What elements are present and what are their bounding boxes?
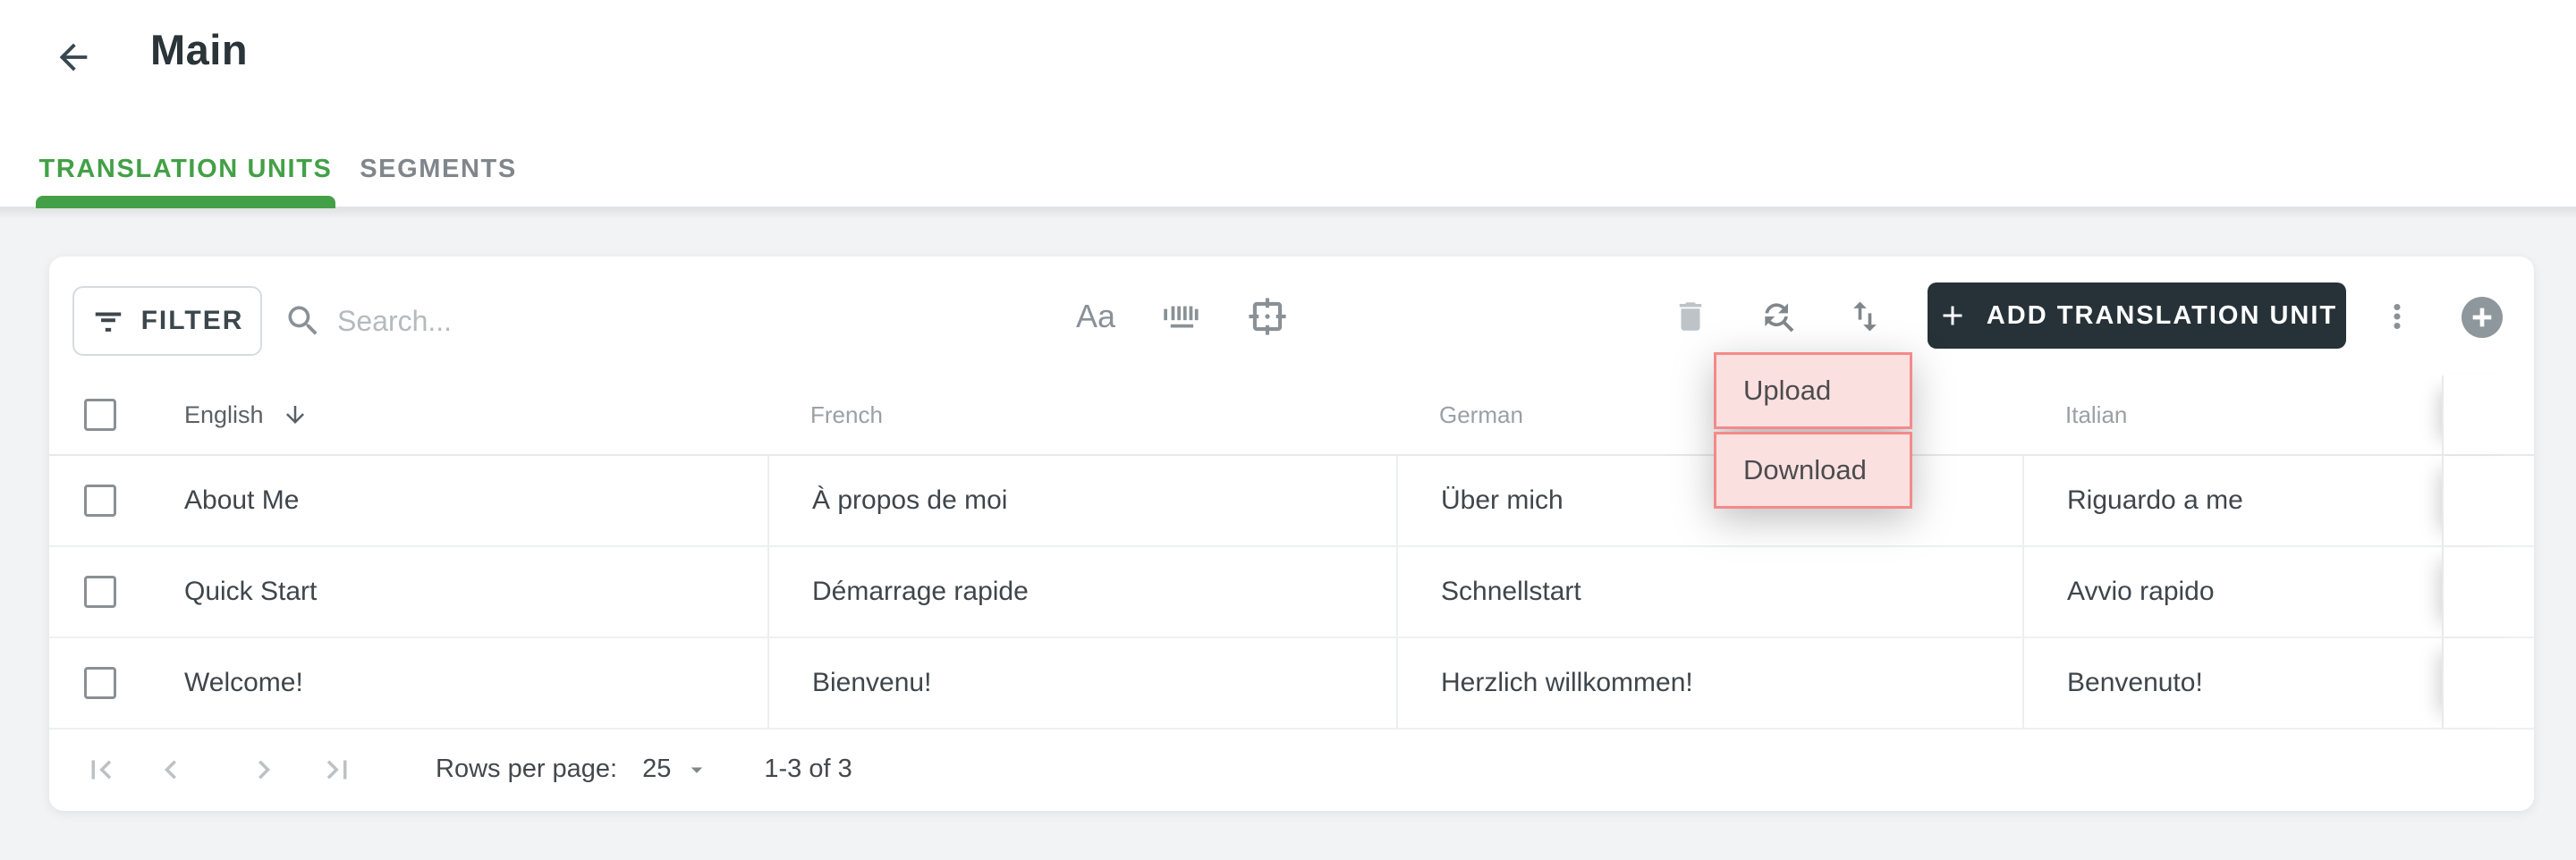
first-page-icon bbox=[91, 760, 112, 779]
column-header-english[interactable]: English bbox=[150, 375, 767, 454]
menu-item-download[interactable]: Download bbox=[1714, 432, 1912, 509]
row-checkbox[interactable] bbox=[83, 485, 116, 517]
search-box bbox=[284, 286, 838, 356]
row-checkbox[interactable] bbox=[83, 667, 116, 699]
cell-italian[interactable]: Riguardo a me bbox=[2022, 456, 2442, 545]
whole-word-icon bbox=[1164, 306, 1199, 327]
translation-units-card: FILTER Aa bbox=[49, 257, 2534, 811]
tab-segments[interactable]: SEGMENTS bbox=[335, 131, 541, 207]
chevron-left-icon bbox=[165, 760, 176, 779]
sort-descending-icon bbox=[285, 406, 304, 424]
selection-frame-toggle[interactable] bbox=[1227, 257, 1308, 375]
previous-page-button[interactable] bbox=[151, 750, 191, 789]
filter-icon bbox=[95, 312, 121, 332]
column-header-italian[interactable]: Italian bbox=[2022, 375, 2442, 454]
find-replace-icon bbox=[1765, 302, 1794, 332]
column-header-italian-label: Italian bbox=[2065, 400, 2128, 428]
filter-button[interactable]: FILTER bbox=[72, 286, 262, 356]
table-row[interactable]: Welcome! Bienvenu! Herzlich willkommen! … bbox=[49, 638, 2534, 729]
add-circle-icon bbox=[2472, 308, 2492, 327]
cell-german[interactable]: Herzlich willkommen! bbox=[1396, 638, 2022, 728]
pagination-bar: Rows per page: 25 1-3 of 3 bbox=[49, 729, 2534, 809]
cell-german[interactable]: Über mich bbox=[1396, 456, 2022, 545]
menu-item-upload[interactable]: Upload bbox=[1714, 352, 1912, 429]
cell-english[interactable]: Welcome! bbox=[150, 638, 767, 728]
add-translation-unit-label: ADD TRANSLATION UNIT bbox=[1986, 300, 2338, 330]
top-bar: Main TRANSLATION UNITS SEGMENTS bbox=[0, 0, 2576, 208]
last-page-button[interactable] bbox=[318, 750, 357, 789]
tab-translation-units[interactable]: TRANSLATION UNITS bbox=[36, 131, 335, 208]
quick-add-button[interactable] bbox=[2462, 297, 2503, 338]
column-header-french[interactable]: French bbox=[767, 375, 1396, 454]
translation-units-page: Main TRANSLATION UNITS SEGMENTS FILTER A… bbox=[0, 0, 2576, 860]
column-header-english-label: English bbox=[184, 400, 264, 428]
import-export-icon bbox=[1853, 301, 1877, 331]
row-checkbox[interactable] bbox=[83, 576, 116, 608]
select-all-checkbox[interactable] bbox=[83, 399, 116, 431]
cell-italian[interactable]: Avvio rapido bbox=[2022, 547, 2442, 637]
cell-french[interactable]: Bienvenu! bbox=[767, 638, 1396, 728]
match-case-icon: Aa bbox=[1075, 297, 1116, 334]
column-header-french-label: French bbox=[810, 400, 883, 428]
more-vert-icon bbox=[2394, 303, 2401, 329]
table-row[interactable]: About Me À propos de moi Über mich Rigua… bbox=[49, 456, 2534, 547]
page-title: Main bbox=[150, 26, 249, 73]
delete-icon bbox=[1679, 301, 1702, 331]
header-checkbox-cell bbox=[49, 375, 150, 454]
add-translation-unit-button[interactable]: ADD TRANSLATION UNIT bbox=[1928, 282, 2346, 349]
row-actions-cell bbox=[2442, 456, 2534, 545]
chevron-right-icon bbox=[258, 760, 270, 779]
next-page-button[interactable] bbox=[244, 750, 284, 789]
row-actions-cell bbox=[2442, 547, 2534, 637]
row-actions-cell bbox=[2442, 638, 2534, 728]
search-icon bbox=[288, 306, 318, 335]
cell-english[interactable]: About Me bbox=[150, 456, 767, 545]
tab-bar: TRANSLATION UNITS SEGMENTS bbox=[36, 131, 541, 208]
header-actions-cell bbox=[2442, 375, 2534, 454]
table-row[interactable]: Quick Start Démarrage rapide Schnellstar… bbox=[49, 547, 2534, 638]
cell-english[interactable]: Quick Start bbox=[150, 547, 767, 637]
cell-french[interactable]: À propos de moi bbox=[767, 456, 1396, 545]
column-header-german[interactable]: German bbox=[1396, 375, 2022, 454]
card-toolbar: FILTER Aa bbox=[49, 257, 2534, 375]
more-options-button[interactable] bbox=[2357, 257, 2437, 375]
plus-icon bbox=[1943, 306, 1962, 325]
back-button[interactable] bbox=[52, 36, 95, 79]
pagination-range: 1-3 of 3 bbox=[764, 755, 852, 783]
whole-word-toggle[interactable] bbox=[1140, 257, 1221, 375]
search-input[interactable] bbox=[337, 304, 838, 338]
rows-per-page-label: Rows per page: bbox=[436, 755, 618, 783]
arrow-left-icon bbox=[59, 43, 88, 72]
table-header-row: English French German Italian bbox=[49, 375, 2534, 456]
rows-per-page-select[interactable]: 25 bbox=[642, 755, 710, 784]
rows-per-page-value: 25 bbox=[642, 755, 672, 783]
import-export-menu: Upload Download bbox=[1714, 352, 1912, 511]
column-header-german-label: German bbox=[1439, 400, 1523, 428]
selection-frame-icon bbox=[1249, 297, 1286, 335]
first-page-button[interactable] bbox=[81, 750, 121, 789]
match-case-toggle[interactable]: Aa bbox=[1055, 257, 1136, 375]
cell-german[interactable]: Schnellstart bbox=[1396, 547, 2022, 637]
arrow-drop-down-icon bbox=[691, 767, 703, 773]
cell-italian[interactable]: Benvenuto! bbox=[2022, 638, 2442, 728]
filter-button-label: FILTER bbox=[140, 306, 244, 335]
cell-french[interactable]: Démarrage rapide bbox=[767, 547, 1396, 637]
content-area: FILTER Aa bbox=[0, 208, 2576, 860]
last-page-icon bbox=[326, 760, 347, 779]
